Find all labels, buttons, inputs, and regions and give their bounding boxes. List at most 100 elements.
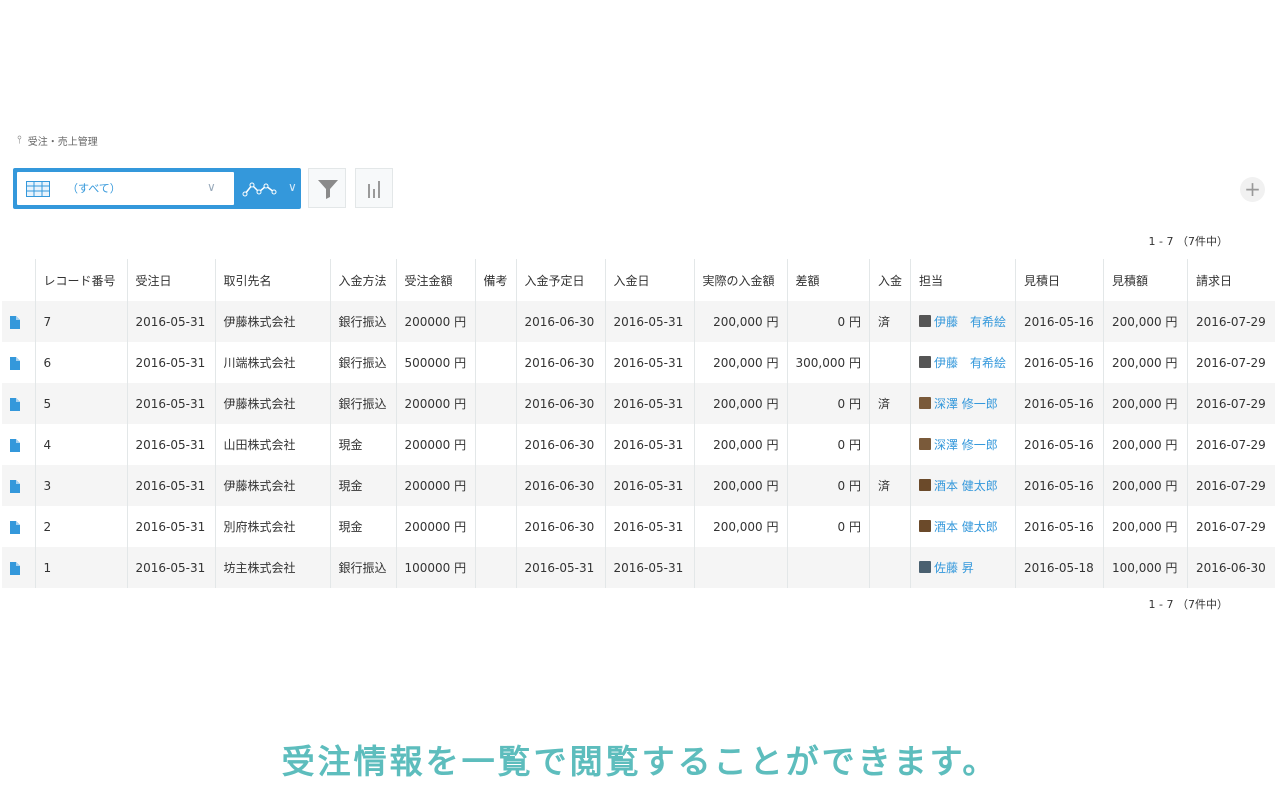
record-detail-link[interactable] — [2, 342, 36, 383]
owner-name: 伊藤 有希絵 — [933, 314, 1006, 329]
cell-owner[interactable]: 伊藤 有希絵 — [910, 342, 1016, 383]
cell-actual-paid: 200,000 円 — [694, 383, 788, 424]
cell-difference — [787, 547, 870, 588]
avatar — [918, 397, 931, 410]
cell-payment-method: 現金 — [330, 465, 397, 506]
cell-estimate-date: 2016-05-16 — [1015, 383, 1104, 424]
column-header-payment-date[interactable]: 入金日 — [605, 259, 695, 301]
column-header-note[interactable]: 備考 — [475, 259, 517, 301]
cell-note — [475, 342, 517, 383]
cell-payment-due: 2016-06-30 — [516, 301, 606, 342]
owner-name: 酒本 健太郎 — [933, 478, 998, 493]
column-header-detail — [2, 259, 36, 301]
cell-order-date: 2016-05-31 — [127, 383, 216, 424]
cell-estimate-date: 2016-05-16 — [1015, 506, 1104, 547]
avatar — [918, 561, 931, 574]
cell-record-no: 1 — [35, 547, 128, 588]
cell-payment-due: 2016-06-30 — [516, 506, 606, 547]
cell-note — [475, 506, 517, 547]
owner-link[interactable]: 深澤 修一郎 — [918, 436, 998, 453]
avatar — [918, 315, 931, 328]
cell-paid-flag — [869, 342, 911, 383]
column-header-record-no[interactable]: レコード番号 — [35, 259, 128, 301]
owner-link[interactable]: 佐藤 昇 — [918, 559, 974, 576]
record-detail-link[interactable] — [2, 301, 36, 342]
add-record-button[interactable]: + — [1240, 177, 1265, 202]
column-header-paid-flag[interactable]: 入金 — [869, 259, 911, 301]
cell-invoice-date: 2016-07-29 — [1187, 424, 1276, 465]
view-selector[interactable]: （すべて） ∨ — [17, 172, 234, 205]
record-detail-link[interactable] — [2, 465, 36, 506]
cell-owner[interactable]: 深澤 修一郎 — [910, 424, 1016, 465]
column-header-order-amount[interactable]: 受注金額 — [396, 259, 476, 301]
app-name[interactable]: 受注・売上管理 — [28, 133, 98, 148]
record-detail-link[interactable] — [2, 547, 36, 588]
table-row: 1 2016-05-31 坊主株式会社 銀行振込 100000 円 2016-05-31 2… — [2, 547, 1276, 588]
column-header-actual-paid[interactable]: 実際の入金額 — [694, 259, 788, 301]
bar-chart-icon — [368, 181, 380, 198]
cell-payment-date: 2016-05-31 — [605, 506, 695, 547]
column-header-client[interactable]: 取引先名 — [215, 259, 331, 301]
owner-name: 佐藤 昇 — [933, 560, 974, 575]
table-view-icon — [26, 181, 50, 197]
column-header-estimate-date[interactable]: 見積日 — [1015, 259, 1104, 301]
cell-invoice-date: 2016-07-29 — [1187, 383, 1276, 424]
caption-text: 受注情報を一覧で閲覧することができます。 — [281, 742, 999, 781]
cell-payment-method: 銀行振込 — [330, 342, 397, 383]
filter-icon — [318, 180, 338, 199]
column-header-difference[interactable]: 差額 — [787, 259, 870, 301]
owner-name: 伊藤 有希絵 — [933, 355, 1006, 370]
graph-button[interactable] — [355, 168, 393, 208]
cell-payment-method: 銀行振込 — [330, 301, 397, 342]
record-detail-link[interactable] — [2, 506, 36, 547]
column-header-invoice-date[interactable]: 請求日 — [1187, 259, 1276, 301]
record-detail-link[interactable] — [2, 383, 36, 424]
cell-invoice-date: 2016-07-29 — [1187, 506, 1276, 547]
cell-estimate-amount: 200,000 円 — [1103, 383, 1188, 424]
cell-estimate-amount: 100,000 円 — [1103, 547, 1188, 588]
avatar — [918, 356, 931, 369]
column-header-estimate-amount[interactable]: 見積額 — [1103, 259, 1188, 301]
cell-payment-date: 2016-05-31 — [605, 301, 695, 342]
cell-owner[interactable]: 深澤 修一郎 — [910, 383, 1016, 424]
cell-owner[interactable]: 佐藤 昇 — [910, 547, 1016, 588]
cell-paid-flag — [869, 547, 911, 588]
cell-payment-date: 2016-05-31 — [605, 424, 695, 465]
graph-selector[interactable]: ∨ — [234, 172, 298, 205]
filter-button[interactable] — [308, 168, 346, 208]
cell-actual-paid: 200,000 円 — [694, 301, 788, 342]
column-header-order-date[interactable]: 受注日 — [127, 259, 216, 301]
owner-link[interactable]: 酒本 健太郎 — [918, 518, 998, 535]
cell-note — [475, 301, 517, 342]
cell-estimate-date: 2016-05-16 — [1015, 465, 1104, 506]
cell-paid-flag — [869, 424, 911, 465]
owner-link[interactable]: 伊藤 有希絵 — [918, 354, 1006, 371]
cell-payment-due: 2016-06-30 — [516, 465, 606, 506]
column-header-payment-method[interactable]: 入金方法 — [330, 259, 397, 301]
document-icon — [10, 356, 20, 370]
column-header-payment-due[interactable]: 入金予定日 — [516, 259, 606, 301]
cell-paid-flag: 済 — [869, 465, 911, 506]
cell-order-amount: 200000 円 — [396, 506, 476, 547]
column-header-owner[interactable]: 担当 — [910, 259, 1016, 301]
table-row: 5 2016-05-31 伊藤株式会社 銀行振込 200000 円 2016-06-30 2… — [2, 383, 1276, 424]
avatar — [918, 479, 931, 492]
cell-owner[interactable]: 酒本 健太郎 — [910, 465, 1016, 506]
view-toolbar: （すべて） ∨ ∨ — [13, 168, 301, 209]
cell-owner[interactable]: 酒本 健太郎 — [910, 506, 1016, 547]
pin-icon: ⫯ — [17, 133, 22, 146]
owner-link[interactable]: 深澤 修一郎 — [918, 395, 998, 412]
cell-owner[interactable]: 伊藤 有希絵 — [910, 301, 1016, 342]
cell-payment-date: 2016-05-31 — [605, 547, 695, 588]
cell-client: 川端株式会社 — [215, 342, 331, 383]
cell-record-no: 4 — [35, 424, 128, 465]
owner-link[interactable]: 酒本 健太郎 — [918, 477, 998, 494]
owner-link[interactable]: 伊藤 有希絵 — [918, 313, 1006, 330]
table-row: 3 2016-05-31 伊藤株式会社 現金 200000 円 2016-06-30 201… — [2, 465, 1276, 506]
record-detail-link[interactable] — [2, 424, 36, 465]
table-row: 6 2016-05-31 川端株式会社 銀行振込 500000 円 2016-06-30 2… — [2, 342, 1276, 383]
cell-payment-due: 2016-06-30 — [516, 342, 606, 383]
chevron-down-icon: ∨ — [288, 180, 297, 194]
cell-note — [475, 465, 517, 506]
cell-actual-paid: 200,000 円 — [694, 506, 788, 547]
